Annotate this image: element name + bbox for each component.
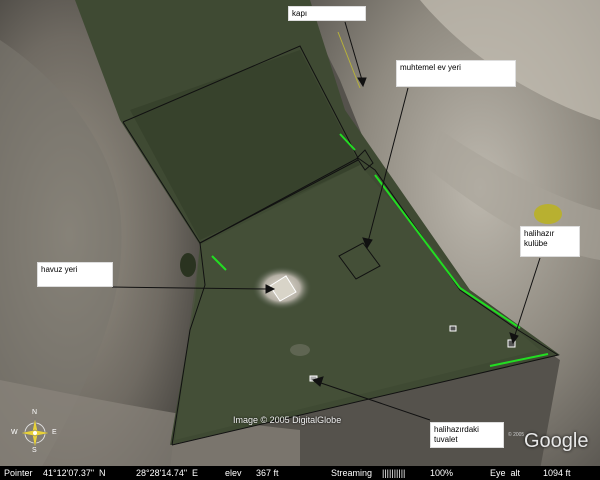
pointer-label: Pointer: [4, 468, 33, 478]
compass-w: W: [11, 429, 18, 436]
compass-e: E: [52, 429, 57, 436]
pointer-lon: 28°28'14.74" E: [136, 468, 199, 478]
status-bar: Pointer 41°12'07.37" N 28°28'14.74" E el…: [0, 466, 600, 480]
brand-copyright: © 2005: [508, 432, 525, 438]
elev-label: elev: [225, 468, 242, 478]
elev-value: 367 ft: [256, 468, 279, 478]
satellite-map[interactable]: kapı muhtemel ev yeri havuz yeri halihaz…: [0, 0, 600, 480]
streaming-bar: ||||||||||: [382, 468, 406, 478]
label-havuz: havuz yeri: [37, 262, 113, 287]
eye-alt-value: 1094 ft: [543, 468, 571, 478]
label-kulube: halihazır kulübe: [520, 226, 580, 257]
compass-icon[interactable]: N S W E: [11, 409, 58, 454]
compass-n: N: [32, 409, 38, 416]
label-kapi: kapı: [288, 6, 366, 21]
google-logo: Google: [524, 430, 589, 452]
label-tuvalet: halihazırdaki tuvalet: [430, 422, 504, 448]
streaming-pct: 100%: [430, 468, 454, 478]
imagery-credit: Image © 2005 DigitalGlobe: [233, 415, 342, 425]
streaming-label: Streaming: [331, 468, 373, 478]
pointer-lat: 41°12'07.37" N: [43, 468, 106, 478]
compass-s: S: [32, 447, 37, 454]
eye-alt-label: Eye alt: [490, 468, 521, 478]
label-muhtemel-ev: muhtemel ev yeri: [396, 60, 516, 87]
